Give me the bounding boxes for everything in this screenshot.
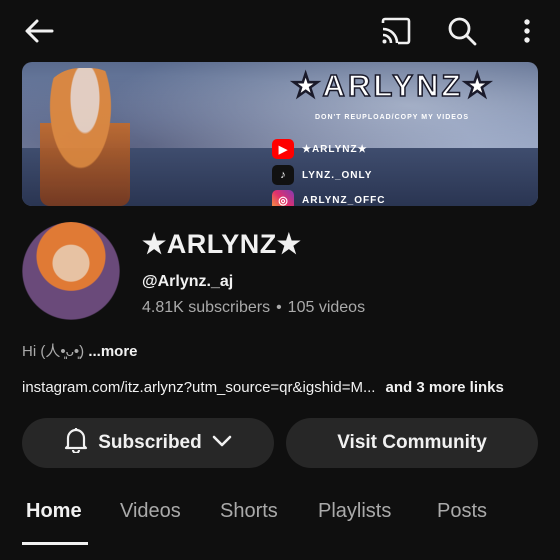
description-more-link[interactable]: ...more	[88, 343, 137, 360]
visit-community-button[interactable]: Visit Community	[286, 418, 538, 468]
tab-shorts[interactable]: Shorts	[220, 500, 278, 523]
channel-handle: @Arlynz._aj	[142, 273, 234, 290]
tiktok-icon: ♪	[272, 165, 294, 185]
chevron-down-icon	[212, 432, 232, 454]
tab-videos[interactable]: Videos	[120, 500, 181, 523]
subscribed-label: Subscribed	[98, 432, 202, 453]
channel-avatar[interactable]	[22, 222, 120, 320]
channel-tabs: Home Videos Shorts Playlists Posts	[0, 486, 560, 546]
banner-social-label: LYNZ._ONLY	[302, 169, 373, 181]
banner-social-instagram: ◎ ARLYNZ_OFFC	[272, 190, 385, 206]
channel-description[interactable]: Hi (人•͈ᴗ•͈) ...more	[22, 340, 138, 361]
banner-social-youtube: ▶ ★ARLYNZ★	[272, 139, 368, 159]
tab-posts[interactable]: Posts	[437, 500, 487, 523]
channel-name: ★ARLYNZ★	[142, 229, 302, 259]
channel-stats: 4.81K subscribers • 105 videos	[142, 299, 365, 317]
visit-community-label: Visit Community	[337, 432, 487, 453]
channel-link-url[interactable]: instagram.com/itz.arlynz?utm_source=qr&i…	[22, 379, 375, 396]
tab-playlists[interactable]: Playlists	[318, 500, 391, 523]
banner-social-label: ★ARLYNZ★	[302, 143, 368, 155]
description-text: Hi (人•͈ᴗ•͈)	[22, 343, 85, 360]
banner-social-label: ARLYNZ_OFFC	[302, 194, 386, 206]
banner-social-tiktok: ♪ LYNZ._ONLY	[272, 165, 372, 185]
banner-title: ★ARLYNZ★	[291, 67, 495, 104]
channel-banner[interactable]: ★ARLYNZ★ DON'T REUPLOAD/COPY MY VIDEOS ▶…	[22, 62, 538, 206]
active-tab-indicator	[22, 542, 88, 545]
tab-home[interactable]: Home	[26, 500, 82, 523]
banner-subtitle: DON'T REUPLOAD/COPY MY VIDEOS	[314, 114, 470, 121]
instagram-icon: ◎	[272, 190, 294, 206]
more-links-link[interactable]: and 3 more links	[385, 379, 503, 396]
video-count: 105 videos	[287, 299, 366, 316]
youtube-icon: ▶	[272, 139, 294, 159]
back-arrow-icon[interactable]	[22, 14, 56, 48]
top-app-bar	[0, 0, 560, 62]
search-icon[interactable]	[444, 13, 480, 49]
banner-character-art	[40, 68, 130, 206]
cast-icon[interactable]	[378, 14, 414, 48]
subscribed-button[interactable]: Subscribed	[22, 418, 274, 468]
subscriber-count: 4.81K subscribers	[142, 299, 271, 316]
stats-separator: •	[276, 299, 282, 316]
channel-links[interactable]: instagram.com/itz.arlynz?utm_source=qr&i…	[22, 379, 504, 396]
bell-icon	[64, 427, 88, 459]
more-options-icon[interactable]	[514, 13, 540, 49]
